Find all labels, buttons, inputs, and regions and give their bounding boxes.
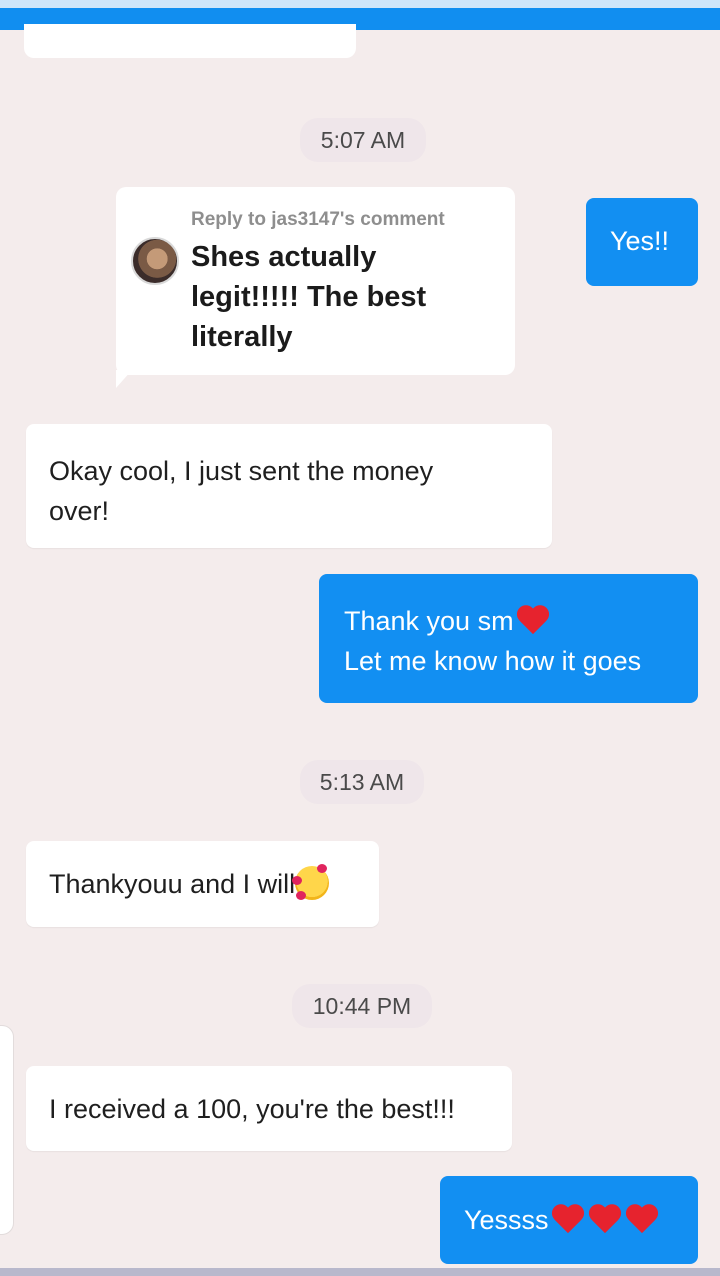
timestamp: 5:13 AM <box>300 760 424 804</box>
message-text-line: Thank you sm <box>344 601 698 641</box>
red-heart-icon <box>515 604 551 636</box>
red-heart-icon <box>550 1203 586 1235</box>
message-text: I received a 100, you're the best!!! <box>49 1094 455 1124</box>
timestamp: 10:44 PM <box>292 984 432 1028</box>
commenter-avatar <box>131 237 179 285</box>
message-text: Let me know how it goes <box>344 646 642 676</box>
message-text-line: Yessss <box>464 1200 698 1240</box>
message-text: Thank you sm <box>344 606 514 636</box>
red-heart-icon <box>624 1203 660 1235</box>
message-text: Yes!! <box>610 226 670 256</box>
message-incoming[interactable]: Thankyouu and I will <box>26 841 379 927</box>
message-text: Yessss <box>464 1205 549 1235</box>
message-outgoing[interactable]: Yessss <box>440 1176 698 1264</box>
red-heart-icon <box>587 1203 623 1235</box>
message-outgoing[interactable]: Yes!! <box>586 198 698 286</box>
message-incoming[interactable]: Okay cool, I just sent the money over! <box>26 424 552 548</box>
timestamp: 5:07 AM <box>300 118 426 162</box>
message-text-line: Thankyouu and I will <box>49 864 379 904</box>
partial-incoming-bubble <box>24 24 356 58</box>
reply-bubble-tail <box>116 370 132 388</box>
message-outgoing[interactable]: Thank you sm Let me know how it goes <box>319 574 698 703</box>
top-bar-edge <box>0 0 720 8</box>
message-incoming[interactable]: I received a 100, you're the best!!! <box>26 1066 512 1151</box>
reply-header: Reply to jas3147's comment <box>191 209 445 230</box>
message-text: Thankyouu and I will <box>49 869 296 899</box>
smiling-face-with-hearts-icon <box>292 864 330 900</box>
bottom-edge <box>0 1268 720 1276</box>
reply-comment-text: Shes actually legit!!!!! The best litera… <box>191 241 427 353</box>
message-text: Okay cool, I just sent the money over! <box>49 456 434 526</box>
side-panel-edge[interactable] <box>0 1025 14 1235</box>
comment-reply-card[interactable]: Reply to jas3147's comment Shes actually… <box>116 187 515 375</box>
